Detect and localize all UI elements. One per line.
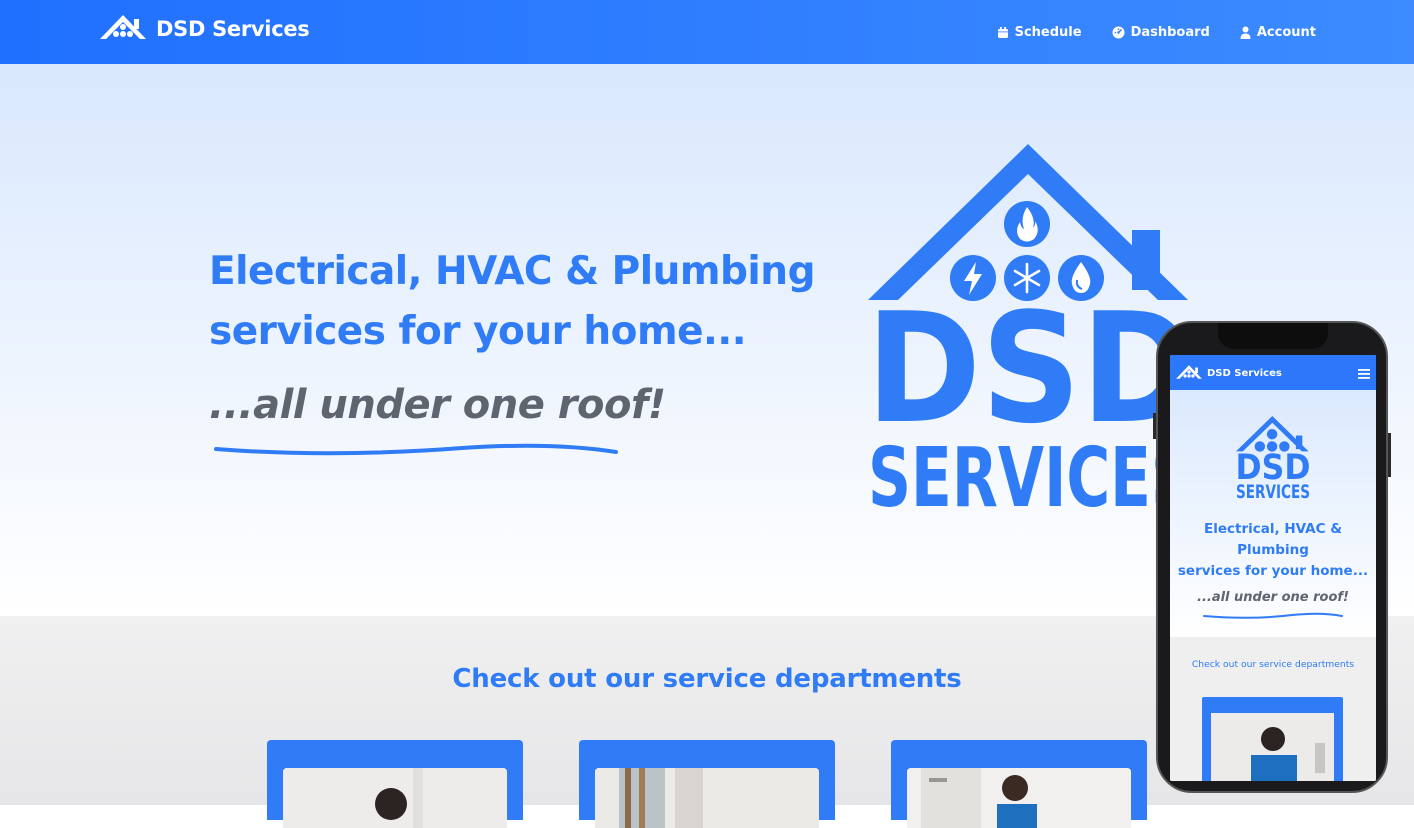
service-card-hvac[interactable] [579,740,835,828]
svg-text:DSD: DSD [1236,448,1311,488]
brand-name: DSD Services [156,17,310,41]
nav-links: Schedule Dashboard Account [997,0,1316,64]
calendar-icon [997,26,1009,39]
dashboard-icon [1112,26,1125,39]
plumbing-photo [907,768,1131,828]
mobile-dsd-logo: DSD SERVICES [1234,416,1312,504]
mobile-service-card[interactable] [1202,697,1343,781]
mobile-screen: DSD Services DSD SERVICES Electrical, HV… [1170,355,1376,781]
house-logo-icon [98,13,148,45]
mobile-hero: DSD SERVICES Electrical, HVAC & Plumbing… [1170,390,1376,637]
top-navbar: DSD Services Schedule Dashboard Account [0,0,1414,64]
mobile-services-section: Check out our service departments [1170,637,1376,781]
service-card-electrical[interactable] [267,740,523,828]
mobile-service-photo [1211,713,1334,781]
mobile-title-line1: Electrical, HVAC & [1204,521,1342,537]
brand-link[interactable]: DSD Services [98,13,310,45]
mobile-house-logo-icon [1175,364,1203,383]
mobile-brand-link[interactable]: DSD Services [1175,364,1282,383]
service-card-plumbing[interactable] [891,740,1147,828]
hero-title: Electrical, HVAC & Plumbing services for… [209,242,849,362]
tagline-underline [214,443,618,456]
hero-title-line2: services for your home... [209,309,747,354]
mobile-brand-name: DSD Services [1207,368,1282,379]
mobile-title-line2: Plumbing [1237,542,1309,558]
nav-account-label: Account [1256,24,1316,40]
nav-dashboard-link[interactable]: Dashboard [1112,25,1210,40]
mobile-services-title: Check out our service departments [1191,659,1355,670]
mobile-tagline-underline [1203,612,1343,619]
hamburger-menu-icon[interactable] [1358,365,1370,384]
nav-schedule-link[interactable]: Schedule [997,25,1082,40]
mobile-navbar: DSD Services [1170,355,1376,390]
hero-dsd-logo: DSD SERVICES [866,144,1196,526]
phone-notch [1218,323,1328,349]
mobile-hero-title: Electrical, HVAC & Plumbing services for… [1170,519,1376,582]
flame-icon [1004,201,1050,247]
mobile-title-line3: services for your home... [1177,563,1369,579]
mobile-preview-phone: DSD Services DSD SERVICES Electrical, HV… [1153,321,1391,793]
nav-dashboard-label: Dashboard [1130,24,1210,40]
logo-services-text: SERVICES [868,431,1194,514]
nav-account-link[interactable]: Account [1240,25,1316,40]
nav-schedule-label: Schedule [1014,24,1082,40]
hero-title-line1: Electrical, HVAC & Plumbing [209,249,816,294]
user-icon [1240,26,1251,39]
hvac-photo [595,768,819,828]
hero-tagline: ...all under one roof! [209,382,666,428]
mobile-hero-tagline: ...all under one roof! [1197,590,1349,605]
electrical-photo [283,768,507,828]
svg-text:SERVICES: SERVICES [1236,482,1310,500]
